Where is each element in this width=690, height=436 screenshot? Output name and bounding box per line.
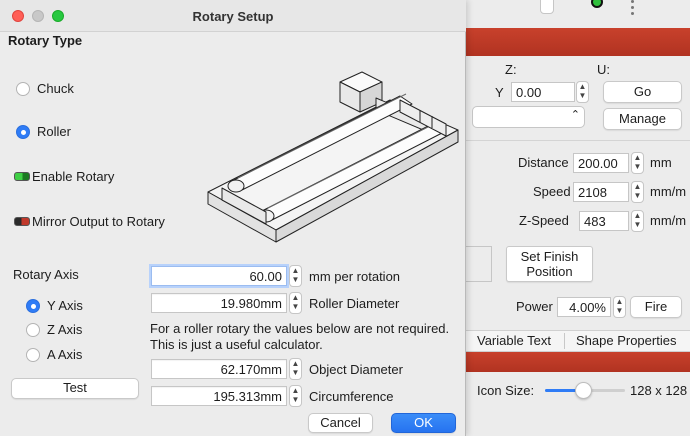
mirror-output-label: Mirror Output to Rotary	[32, 214, 165, 229]
y-axis-radio[interactable]	[26, 298, 40, 313]
title-bar: Rotary Setup	[0, 0, 466, 32]
y-position-field[interactable]: 0.00	[511, 82, 575, 102]
cancel-button[interactable]: Cancel	[308, 413, 373, 433]
status-led-icon	[591, 0, 603, 8]
grip-icon	[631, 0, 635, 20]
u-label: U:	[597, 62, 610, 77]
power-field[interactable]: 4.00%	[557, 297, 611, 317]
roller-rotary-illustration	[207, 71, 459, 243]
go-button[interactable]: Go	[603, 81, 682, 103]
speed-stepper[interactable]: ▲ ▼	[631, 181, 644, 203]
dialog-title: Rotary Setup	[192, 9, 274, 24]
tab-divider	[564, 333, 565, 349]
chuck-option[interactable]: Chuck	[16, 81, 74, 96]
y-axis-label: Y Axis	[47, 298, 83, 313]
distance-field[interactable]: 200.00	[573, 153, 629, 173]
distance-label: Distance	[518, 155, 569, 170]
set-finish-position-button[interactable]: Set Finish Position	[506, 246, 593, 282]
circumference-label: Circumference	[309, 389, 394, 404]
speed-label: Speed	[533, 184, 571, 199]
calculator-note-line1: For a roller rotary the values below are…	[150, 321, 450, 336]
z-label: Z:	[505, 62, 517, 77]
background-red-bar	[466, 352, 690, 372]
speed-unit: mm/m	[650, 184, 687, 199]
rotary-setup-dialog: Rotary Setup Rotary Type Chuck Roller En…	[0, 0, 466, 436]
test-button[interactable]: Test	[11, 378, 139, 399]
a-axis-radio[interactable]	[26, 347, 40, 362]
a-axis-label: A Axis	[47, 347, 83, 362]
move-mode-select[interactable]: ⌃	[472, 106, 585, 128]
ok-button[interactable]: OK	[391, 413, 456, 433]
mirror-output-led-icon[interactable]	[14, 217, 30, 226]
roller-radio[interactable]	[16, 124, 30, 139]
y-position-stepper[interactable]: ▲ ▼	[576, 81, 589, 103]
z-speed-unit: mm/m	[650, 213, 687, 228]
icon-size-value: 128 x 128	[630, 383, 688, 398]
z-speed-stepper[interactable]: ▲ ▼	[631, 210, 644, 232]
divider	[466, 140, 690, 141]
rotary-type-label: Rotary Type	[8, 33, 83, 48]
power-stepper[interactable]: ▲ ▼	[613, 296, 626, 318]
mm-per-rotation-label: mm per rotation	[309, 269, 401, 284]
icon-size-slider-thumb[interactable]	[575, 382, 592, 399]
library-panel	[466, 372, 690, 436]
mm-per-rotation-field[interactable]: 60.00	[151, 266, 287, 286]
enable-rotary-led-icon[interactable]	[14, 172, 30, 181]
chuck-label: Chuck	[37, 81, 74, 96]
distance-unit: mm	[650, 155, 672, 170]
roller-label: Roller	[37, 124, 71, 139]
a-axis-option[interactable]: A Axis	[26, 347, 82, 362]
background-button-edge[interactable]	[466, 246, 492, 282]
enable-rotary-toggle[interactable]: Enable Rotary	[14, 169, 114, 184]
mm-per-rotation-stepper[interactable]: ▲ ▼	[289, 265, 302, 287]
distance-stepper[interactable]: ▲ ▼	[631, 152, 644, 174]
rotary-axis-label: Rotary Axis	[13, 267, 79, 282]
circumference-field[interactable]: 195.313mm	[151, 386, 287, 406]
z-axis-radio[interactable]	[26, 322, 40, 337]
y-label: Y	[495, 85, 504, 100]
manage-button[interactable]: Manage	[603, 108, 682, 130]
background-red-header	[466, 28, 690, 56]
chevron-updown-icon: ⌃	[570, 109, 580, 121]
z-axis-option[interactable]: Z Axis	[26, 322, 82, 337]
y-axis-option[interactable]: Y Axis	[26, 298, 83, 313]
speed-field[interactable]: 2108	[573, 182, 629, 202]
background-top-strip	[466, 0, 690, 28]
set-finish-line1: Set Finish	[520, 249, 579, 264]
z-axis-label: Z Axis	[47, 322, 83, 337]
calculator-note-line2: This is just a useful calculator.	[150, 337, 323, 352]
tab-variable-text[interactable]: Variable Text	[477, 333, 551, 348]
object-diameter-field[interactable]: 62.170mm	[151, 359, 287, 379]
icon-size-label: Icon Size:	[477, 383, 535, 398]
top-stepper[interactable]	[540, 0, 554, 14]
object-diameter-stepper[interactable]: ▲ ▼	[289, 358, 302, 380]
z-speed-field[interactable]: 483	[579, 211, 629, 231]
roller-diameter-label: Roller Diameter	[309, 296, 400, 311]
object-diameter-label: Object Diameter	[309, 362, 403, 377]
roller-option[interactable]: Roller	[16, 124, 71, 139]
tab-shape-properties[interactable]: Shape Properties	[576, 333, 676, 348]
mirror-output-toggle[interactable]: Mirror Output to Rotary	[14, 214, 165, 229]
chuck-radio[interactable]	[16, 81, 30, 96]
set-finish-line2: Position	[526, 264, 573, 279]
enable-rotary-label: Enable Rotary	[32, 169, 115, 184]
roller-diameter-stepper[interactable]: ▲ ▼	[289, 292, 302, 314]
roller-diameter-field[interactable]: 19.980mm	[151, 293, 287, 313]
circumference-stepper[interactable]: ▲ ▼	[289, 385, 302, 407]
power-label: Power	[516, 299, 553, 314]
z-speed-label: Z-Speed	[519, 213, 569, 228]
background-tab-bar: Variable Text Shape Properties	[466, 330, 690, 352]
fire-button[interactable]: Fire	[630, 296, 682, 318]
